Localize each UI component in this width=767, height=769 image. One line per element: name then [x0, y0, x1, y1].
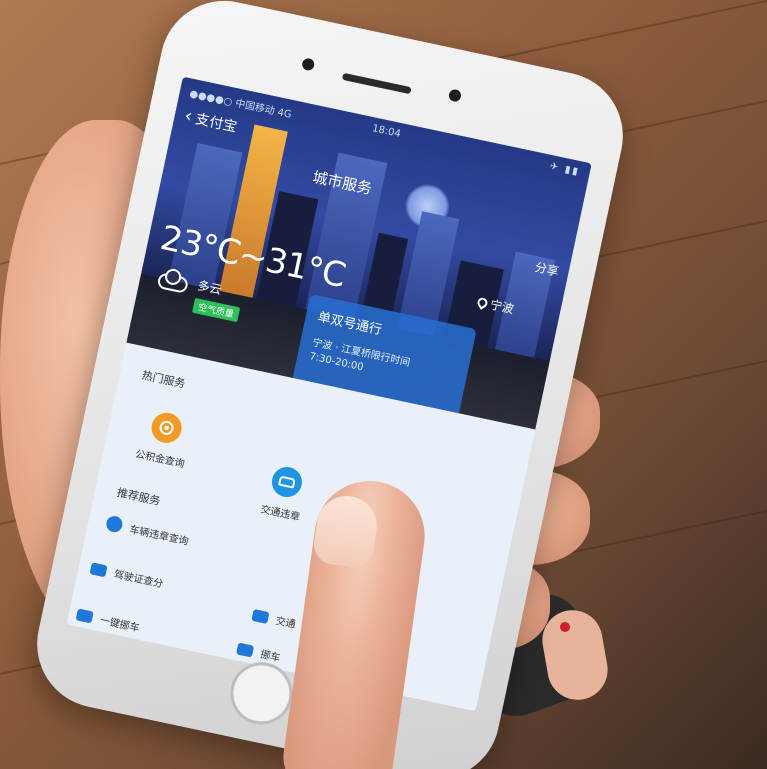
list-item[interactable]: 挪车 [236, 641, 282, 664]
location-pin-icon [475, 295, 490, 310]
front-camera [301, 57, 316, 72]
list-item[interactable]: 车辆违章查询 [104, 514, 190, 548]
car-icon [251, 608, 270, 624]
service-label: 公积金查询 [134, 449, 186, 471]
chevron-left-icon: ‹ [182, 105, 195, 128]
toenail [560, 622, 570, 632]
list-item[interactable]: 一键挪车 [75, 606, 141, 634]
list-item-label: 车辆违章查询 [128, 524, 190, 548]
recommended-services-title: 推荐服务 [115, 486, 162, 508]
service-label: 交通违章 [259, 504, 301, 524]
popular-services-title: 热门服务 [140, 368, 187, 391]
back-label: 支付宝 [193, 111, 239, 136]
photo-scene: ●●●●○ 中国移动 4G 18:04 ✈ ▮▮ ‹ 支付宝 城市服务 分享 宁… [0, 0, 767, 769]
coin-icon [148, 410, 185, 446]
list-item-label: 驾驶证查分 [112, 569, 164, 591]
service-housing-fund[interactable]: 公积金查询 [134, 408, 194, 470]
list-item[interactable]: 交通 [251, 607, 297, 631]
car-icon [269, 464, 305, 500]
battery-icon: ✈ ▮▮ [548, 160, 581, 179]
car-icon [236, 642, 255, 658]
proximity-sensor [447, 88, 463, 103]
list-item-label: 交通 [274, 615, 297, 631]
back-button[interactable]: ‹ 支付宝 [182, 105, 239, 137]
service-traffic-violation[interactable]: 交通违章 [259, 463, 309, 523]
weather-condition: 多云 [196, 277, 223, 297]
card-icon [89, 561, 108, 577]
car-icon [75, 607, 94, 623]
list-item[interactable]: 驾驶证查分 [89, 560, 165, 590]
earpiece-speaker [341, 72, 412, 95]
car-icon [104, 514, 124, 534]
clock-label: 18:04 [371, 123, 402, 140]
list-item-label: 一键挪车 [98, 615, 141, 635]
